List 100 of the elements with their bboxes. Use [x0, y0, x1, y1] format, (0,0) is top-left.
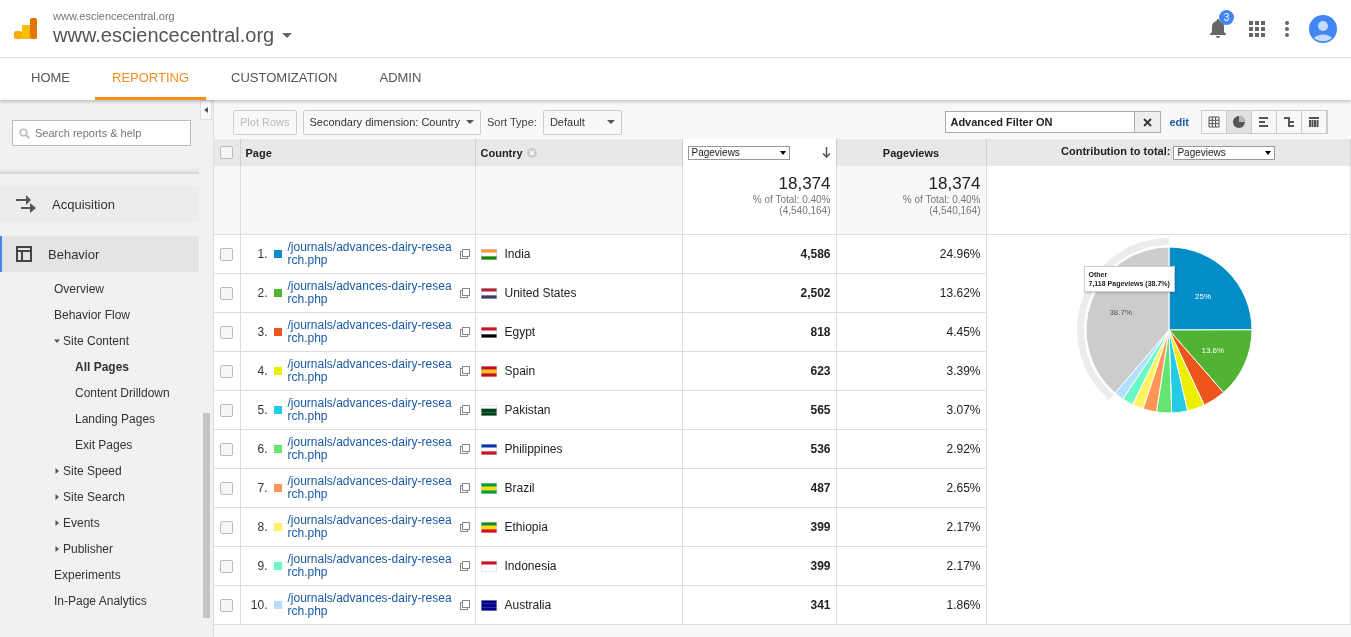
external-link-icon[interactable]	[459, 561, 470, 571]
metric-dropdown[interactable]: Pageviews	[687, 145, 790, 160]
share-cell: 24.96%	[939, 247, 981, 261]
row-checkbox[interactable]	[220, 520, 234, 534]
scrollbar-thumb[interactable]	[202, 413, 210, 618]
nav-item[interactable]: Events	[63, 516, 100, 530]
external-link-icon[interactable]	[459, 327, 470, 337]
country-cell: Brazil	[504, 481, 535, 495]
row-checkbox[interactable]	[220, 559, 234, 573]
page-link[interactable]: /journals/advances-dairy-research.php	[287, 475, 454, 501]
external-link-icon[interactable]	[459, 522, 470, 532]
country-cell: Spain	[504, 364, 536, 378]
row-number: 6.	[256, 442, 268, 456]
flag-icon	[480, 287, 497, 299]
share-cell: 13.62%	[939, 286, 981, 300]
country-cell: Indonesia	[504, 559, 557, 573]
nav-item[interactable]: Landing Pages	[75, 412, 156, 426]
row-checkbox[interactable]	[220, 598, 234, 612]
nav-item[interactable]: Behavior Flow	[54, 308, 131, 322]
row-checkbox[interactable]	[220, 481, 234, 495]
page-link[interactable]: /journals/advances-dairy-research.php	[287, 553, 454, 579]
slice-label: 38.7%	[1108, 308, 1132, 318]
page-link[interactable]: /journals/advances-dairy-research.php	[287, 319, 454, 345]
page-link[interactable]: /journals/advances-dairy-research.php	[287, 436, 454, 462]
row-checkbox[interactable]	[220, 286, 234, 300]
caret-down-icon[interactable]	[282, 32, 293, 39]
nav-tab[interactable]: ADMIN	[362, 58, 439, 100]
search-icon	[19, 128, 30, 139]
row-checkbox[interactable]	[220, 364, 234, 378]
nav-item[interactable]: Site Speed	[63, 464, 122, 478]
external-link-icon[interactable]	[459, 405, 470, 415]
row-checkbox[interactable]	[220, 325, 234, 339]
layout-icon	[16, 246, 32, 262]
page-link[interactable]: /journals/advances-dairy-research.php	[287, 592, 454, 618]
account-name: www.esciencecentral.org	[53, 10, 176, 22]
nav-item[interactable]: Content Drilldown	[75, 386, 170, 400]
sort-type-dropdown[interactable]: Default	[542, 109, 622, 135]
nav-item[interactable]: Site Search	[63, 490, 126, 504]
column-header[interactable]: Country	[480, 146, 523, 159]
page-link[interactable]: /journals/advances-dairy-research.php	[287, 280, 454, 306]
nav-item[interactable]: Site Content	[63, 334, 130, 348]
more-icon[interactable]	[1285, 20, 1289, 37]
nav-item[interactable]: Publisher	[63, 542, 114, 556]
nav-item[interactable]: In-Page Analytics	[54, 594, 147, 608]
nav-item[interactable]: Experiments	[54, 568, 121, 582]
pie-chart-icon	[1232, 115, 1246, 129]
flag-icon	[480, 248, 497, 260]
avatar[interactable]	[1309, 14, 1337, 43]
page-link[interactable]: /journals/advances-dairy-research.php	[287, 358, 454, 384]
collapse-button[interactable]	[200, 100, 213, 120]
country-cell: United States	[504, 286, 577, 300]
row-checkbox[interactable]	[220, 403, 234, 417]
clear-filter-button[interactable]	[1135, 111, 1162, 133]
pageviews-cell: 4,586	[800, 247, 831, 261]
external-link-icon[interactable]	[459, 600, 470, 610]
filter-field[interactable]: Advanced Filter ON	[945, 111, 1136, 133]
flag-icon	[480, 560, 497, 572]
row-number: 2.	[256, 286, 268, 300]
search-field[interactable]: Search reports & help	[12, 120, 192, 146]
caret-down-icon	[465, 120, 474, 124]
select-all-checkbox[interactable]	[220, 146, 234, 159]
column-header[interactable]: Page	[245, 146, 272, 159]
pageviews-cell: 2,502	[800, 286, 831, 300]
caret-down-icon	[779, 150, 786, 155]
slice-label: 13.6%	[1201, 345, 1224, 355]
page-link[interactable]: /journals/advances-dairy-research.php	[287, 514, 454, 540]
nav-item[interactable]: Exit Pages	[75, 438, 133, 452]
nav-item[interactable]: Overview	[54, 282, 104, 296]
caret-down-icon	[1265, 150, 1272, 155]
sort-arrow-icon[interactable]	[821, 147, 831, 158]
property-name[interactable]: www.esciencecentral.org	[53, 24, 275, 47]
nav-item[interactable]: All Pages	[75, 360, 130, 374]
nav-section[interactable]: Acquisition	[0, 186, 200, 222]
row-number: 5.	[256, 403, 268, 417]
page-link[interactable]: /journals/advances-dairy-research.php	[287, 241, 454, 267]
share-cell: 2.92%	[946, 442, 981, 456]
page-link[interactable]: /journals/advances-dairy-research.php	[287, 397, 454, 423]
caret-down-icon	[606, 120, 615, 124]
nav-tab[interactable]: CUSTOMIZATION	[214, 58, 355, 100]
nav-tab[interactable]: HOME	[14, 58, 87, 100]
external-link-icon[interactable]	[459, 483, 470, 493]
row-checkbox[interactable]	[220, 247, 234, 261]
close-icon	[1143, 117, 1153, 127]
nav-section[interactable]: Behavior	[0, 236, 200, 272]
share-cell: 3.39%	[946, 364, 981, 378]
country-cell: Egypt	[504, 325, 536, 339]
secondary-dimension-dropdown[interactable]: Secondary dimension: Country	[302, 109, 481, 135]
external-link-icon[interactable]	[459, 366, 470, 376]
external-link-icon[interactable]	[459, 444, 470, 454]
pageviews-cell: 536	[810, 442, 831, 456]
apps-icon[interactable]	[1249, 20, 1265, 37]
view-button[interactable]	[1227, 111, 1252, 133]
row-checkbox[interactable]	[220, 442, 234, 456]
edit-link[interactable]: edit	[1169, 116, 1189, 128]
contribution-dropdown[interactable]: Pageviews	[1173, 145, 1276, 160]
column-header[interactable]: Pageviews	[882, 146, 940, 159]
row-number: 4.	[256, 364, 268, 378]
external-link-icon[interactable]	[459, 249, 470, 259]
percent-of-total: % of Total: 0.40%	[901, 194, 981, 205]
external-link-icon[interactable]	[459, 288, 470, 298]
